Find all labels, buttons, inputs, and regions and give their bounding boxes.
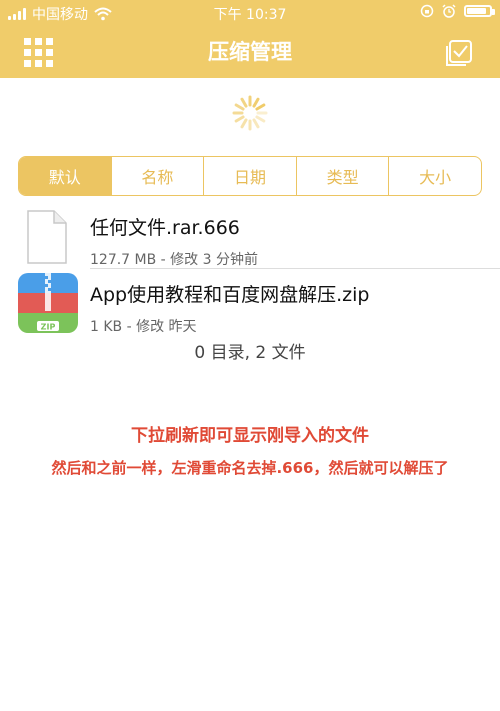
spinner-spoke [255,115,266,123]
blank-document-icon [27,210,67,264]
spinner-spoke [252,118,260,129]
zip-badge-label: ZIP [41,323,56,332]
directory-summary: 0 目录, 2 文件 [194,343,306,363]
rotation-lock-icon [420,4,434,18]
sort-tab-date[interactable]: 日期 [203,157,296,195]
status-bar: 中国移动 下午 10:37 [0,0,500,26]
app-header: 中国移动 下午 10:37 压缩管理 [0,0,500,78]
file-meta: 127.7 MB - 修改 3 分钟前 [90,252,258,268]
alarm-icon [442,4,456,18]
spinner-spoke [240,118,248,129]
sort-segmented-control: 默认 名称 日期 类型 大小 [18,156,482,196]
sort-tab-size[interactable]: 大小 [388,157,481,195]
select-check-icon[interactable] [444,38,474,68]
file-name: 任何文件.rar.666 [90,217,240,239]
file-meta: 1 KB - 修改 昨天 [90,319,197,335]
battery-icon [464,5,495,17]
file-row[interactable]: 任何文件.rar.666 127.7 MB - 修改 3 分钟前 [0,205,500,269]
hint-line-2: 然后和之前一样，左滑重命名去掉.666，然后就可以解压了 [51,459,449,477]
sort-tab-type[interactable]: 类型 [295,157,389,195]
sort-tab-default[interactable]: 默认 [19,157,111,195]
hint-line-1: 下拉刷新即可显示刚导入的文件 [131,426,369,446]
nav-bar: 压缩管理 [0,26,500,78]
sort-tab-name[interactable]: 名称 [110,157,204,195]
file-row[interactable]: ZIP App使用教程和百度网盘解压.zip 1 KB - 修改 昨天 [0,270,500,336]
spinner-icon [232,95,268,131]
spinner-spoke [234,115,245,123]
page-title: 压缩管理 [208,40,292,64]
row-divider [90,268,500,269]
file-name: App使用教程和百度网盘解压.zip [90,284,370,306]
spinner-spoke [240,97,248,108]
spinner-spoke [252,97,260,108]
spinner-spoke [234,103,245,111]
spinner-spoke [255,103,266,111]
zip-archive-icon: ZIP [18,273,78,333]
